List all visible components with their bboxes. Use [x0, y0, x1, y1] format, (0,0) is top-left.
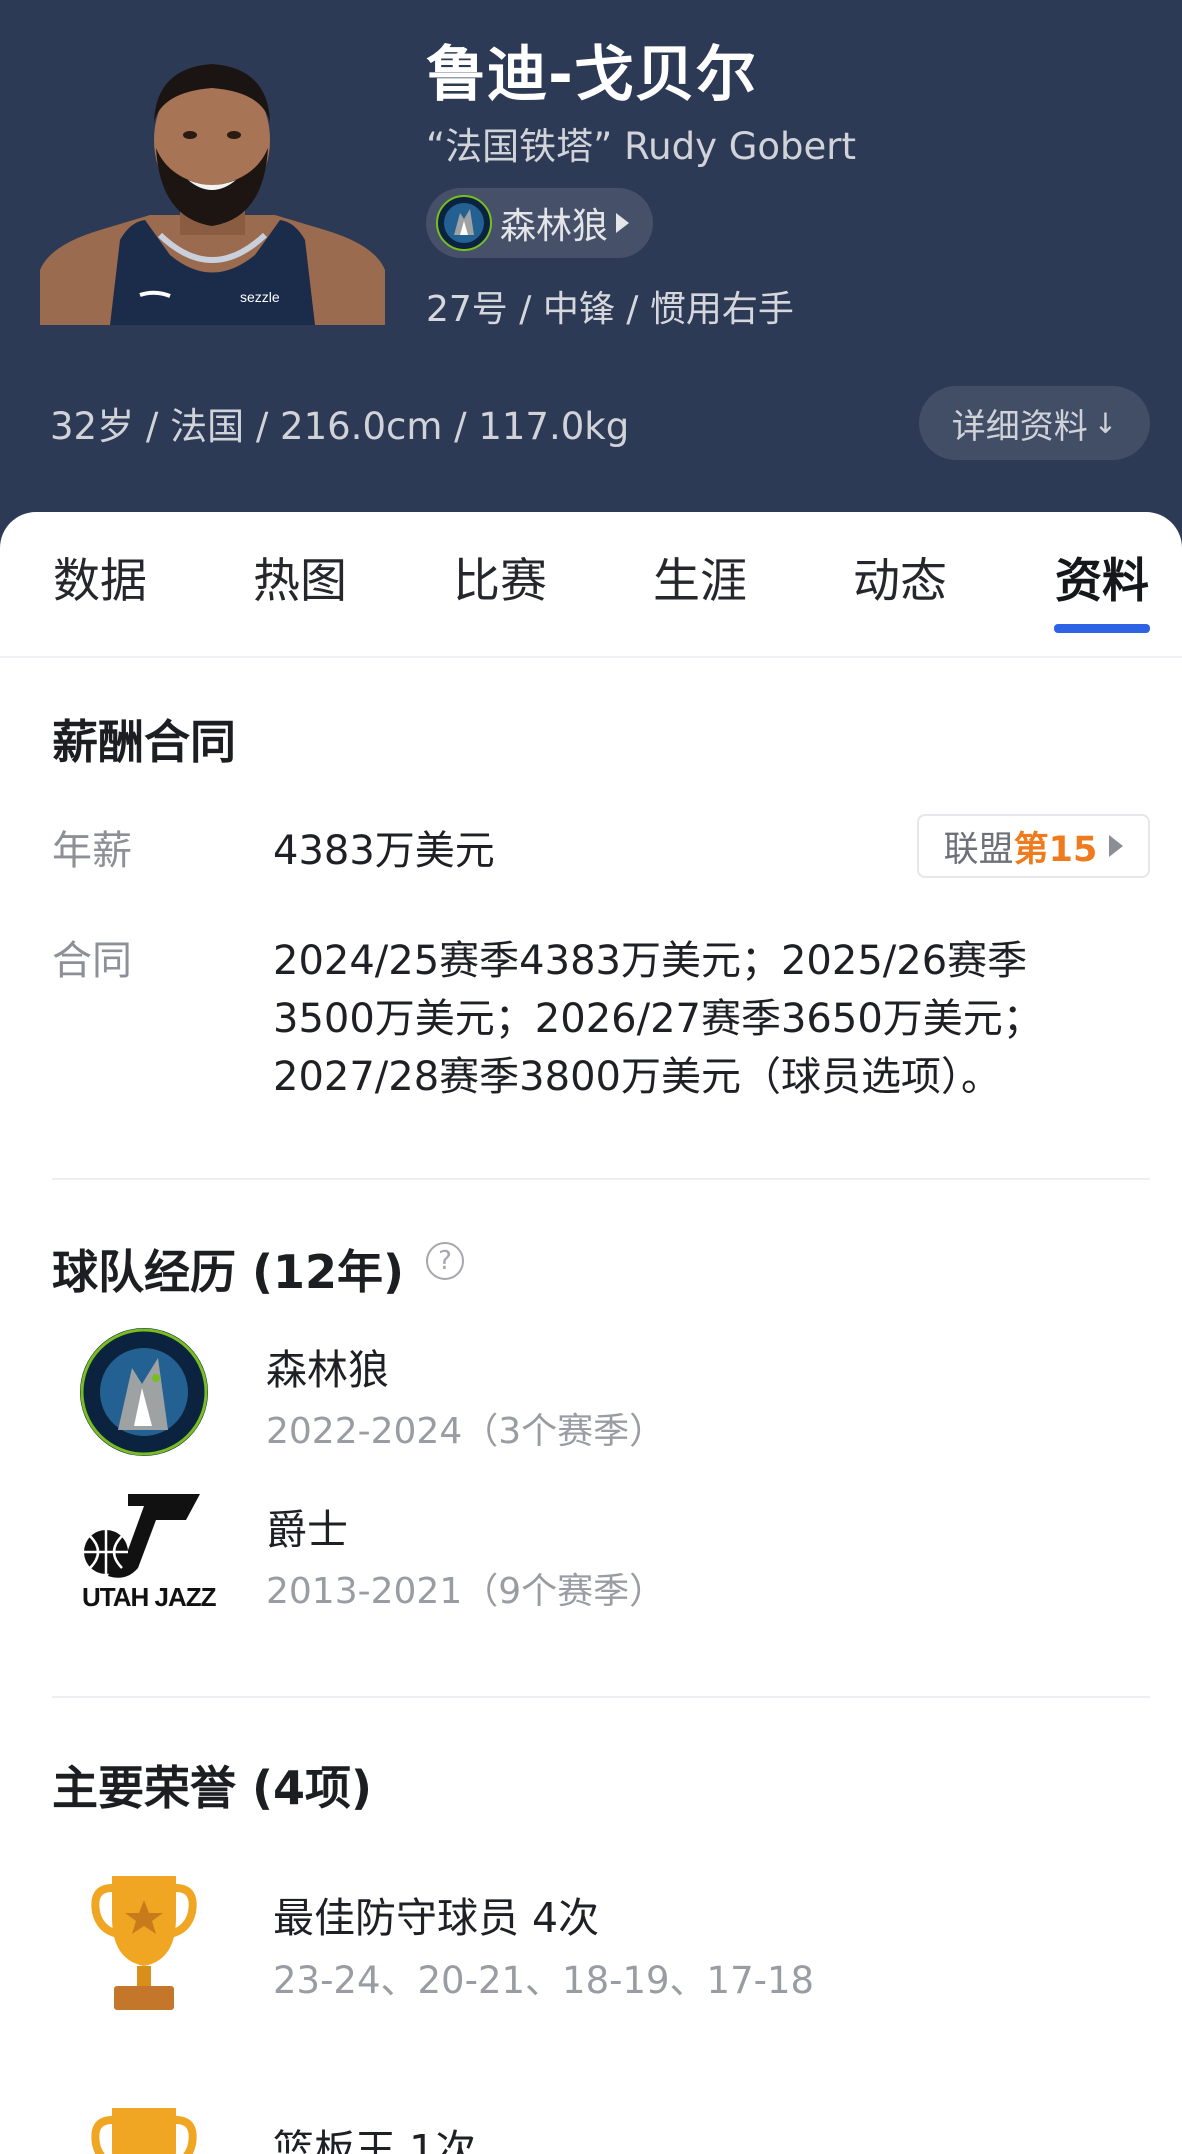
league-rank-prefix: 联盟: [943, 829, 1014, 870]
league-rank-button[interactable]: 联盟 第15: [917, 814, 1150, 878]
team-name: 爵士: [266, 1506, 348, 1554]
honor-name: 篮板王 1次: [273, 2126, 477, 2154]
team-years: 2013-2021（9个赛季）: [266, 1571, 666, 1612]
tab-bar: 数据 热图 比赛 生涯 动态 资料: [0, 512, 1182, 658]
salary-section-title: 薪酬合同: [52, 715, 236, 769]
player-number-position: 27号 / 中锋 / 惯用右手: [426, 289, 794, 330]
team-chip-button[interactable]: 森林狼: [426, 188, 654, 258]
league-rank-value: 第15: [1013, 829, 1098, 870]
player-name: 鲁迪-戈贝尔: [426, 40, 757, 110]
detail-profile-label: 详细资料: [951, 406, 1088, 447]
player-nickname: “法国铁塔” Rudy Gobert: [426, 125, 857, 168]
trophy-icon: [91, 2108, 197, 2154]
player-bio: 32岁 / 法国 / 216.0cm / 117.0kg: [50, 405, 630, 448]
team-years: 2022-2024（3个赛季）: [266, 1411, 666, 1452]
tab-career[interactable]: 生涯: [640, 542, 760, 611]
team-name: 森林狼: [266, 1346, 389, 1394]
section-divider: [52, 1178, 1150, 1180]
team-history-title: 球队经历 (12年): [52, 1245, 405, 1299]
honors-title: 主要荣誉 (4项): [52, 1761, 373, 1815]
tab-games[interactable]: 比赛: [440, 542, 560, 611]
honor-name: 最佳防守球员 4次: [273, 1894, 600, 1942]
jersey-sponsor: sezzle: [240, 289, 280, 305]
tab-heatmap[interactable]: 热图: [240, 542, 360, 611]
utah-jazz-logo-icon: UTAH JAZZ: [78, 1490, 217, 1614]
player-header: sezzle 鲁迪-戈贝尔 “法国铁塔” Rudy Gobert 森林狼 27号…: [0, 0, 1182, 560]
active-tab-indicator: [1054, 624, 1150, 633]
contract-line: 3500万美元；2026/27赛季3650万美元；: [273, 996, 1043, 1042]
annual-salary-value: 4383万美元: [273, 828, 495, 874]
section-divider: [52, 1696, 1150, 1698]
timberwolves-mini-logo-icon: [436, 195, 492, 251]
contract-label: 合同: [52, 938, 132, 984]
honor-seasons: 23-24、20-21、18-19、17-18: [273, 1959, 815, 2002]
tab-news[interactable]: 动态: [840, 542, 960, 611]
tab-stats[interactable]: 数据: [40, 542, 160, 611]
utah-jazz-wordmark: UTAH JAZZ: [82, 1582, 217, 1612]
player-avatar: sezzle: [40, 40, 385, 325]
help-icon[interactable]: ?: [426, 1242, 464, 1280]
timberwolves-logo-icon: [80, 1328, 208, 1456]
tab-profile[interactable]: 资料: [1042, 542, 1162, 611]
trophy-icon: [91, 1876, 197, 2010]
arrow-down-icon: ↓: [1093, 406, 1118, 440]
chevron-right-icon: [616, 213, 630, 233]
team-chip-label: 森林狼: [500, 206, 609, 247]
detail-profile-button[interactable]: 详细资料 ↓: [919, 386, 1150, 460]
contract-line: 2024/25赛季4383万美元；2025/26赛季: [273, 938, 1028, 984]
chevron-right-icon: [1109, 835, 1124, 857]
contract-line: 2027/28赛季3800万美元（球员选项）。: [273, 1054, 1001, 1100]
annual-salary-label: 年薪: [52, 828, 132, 874]
